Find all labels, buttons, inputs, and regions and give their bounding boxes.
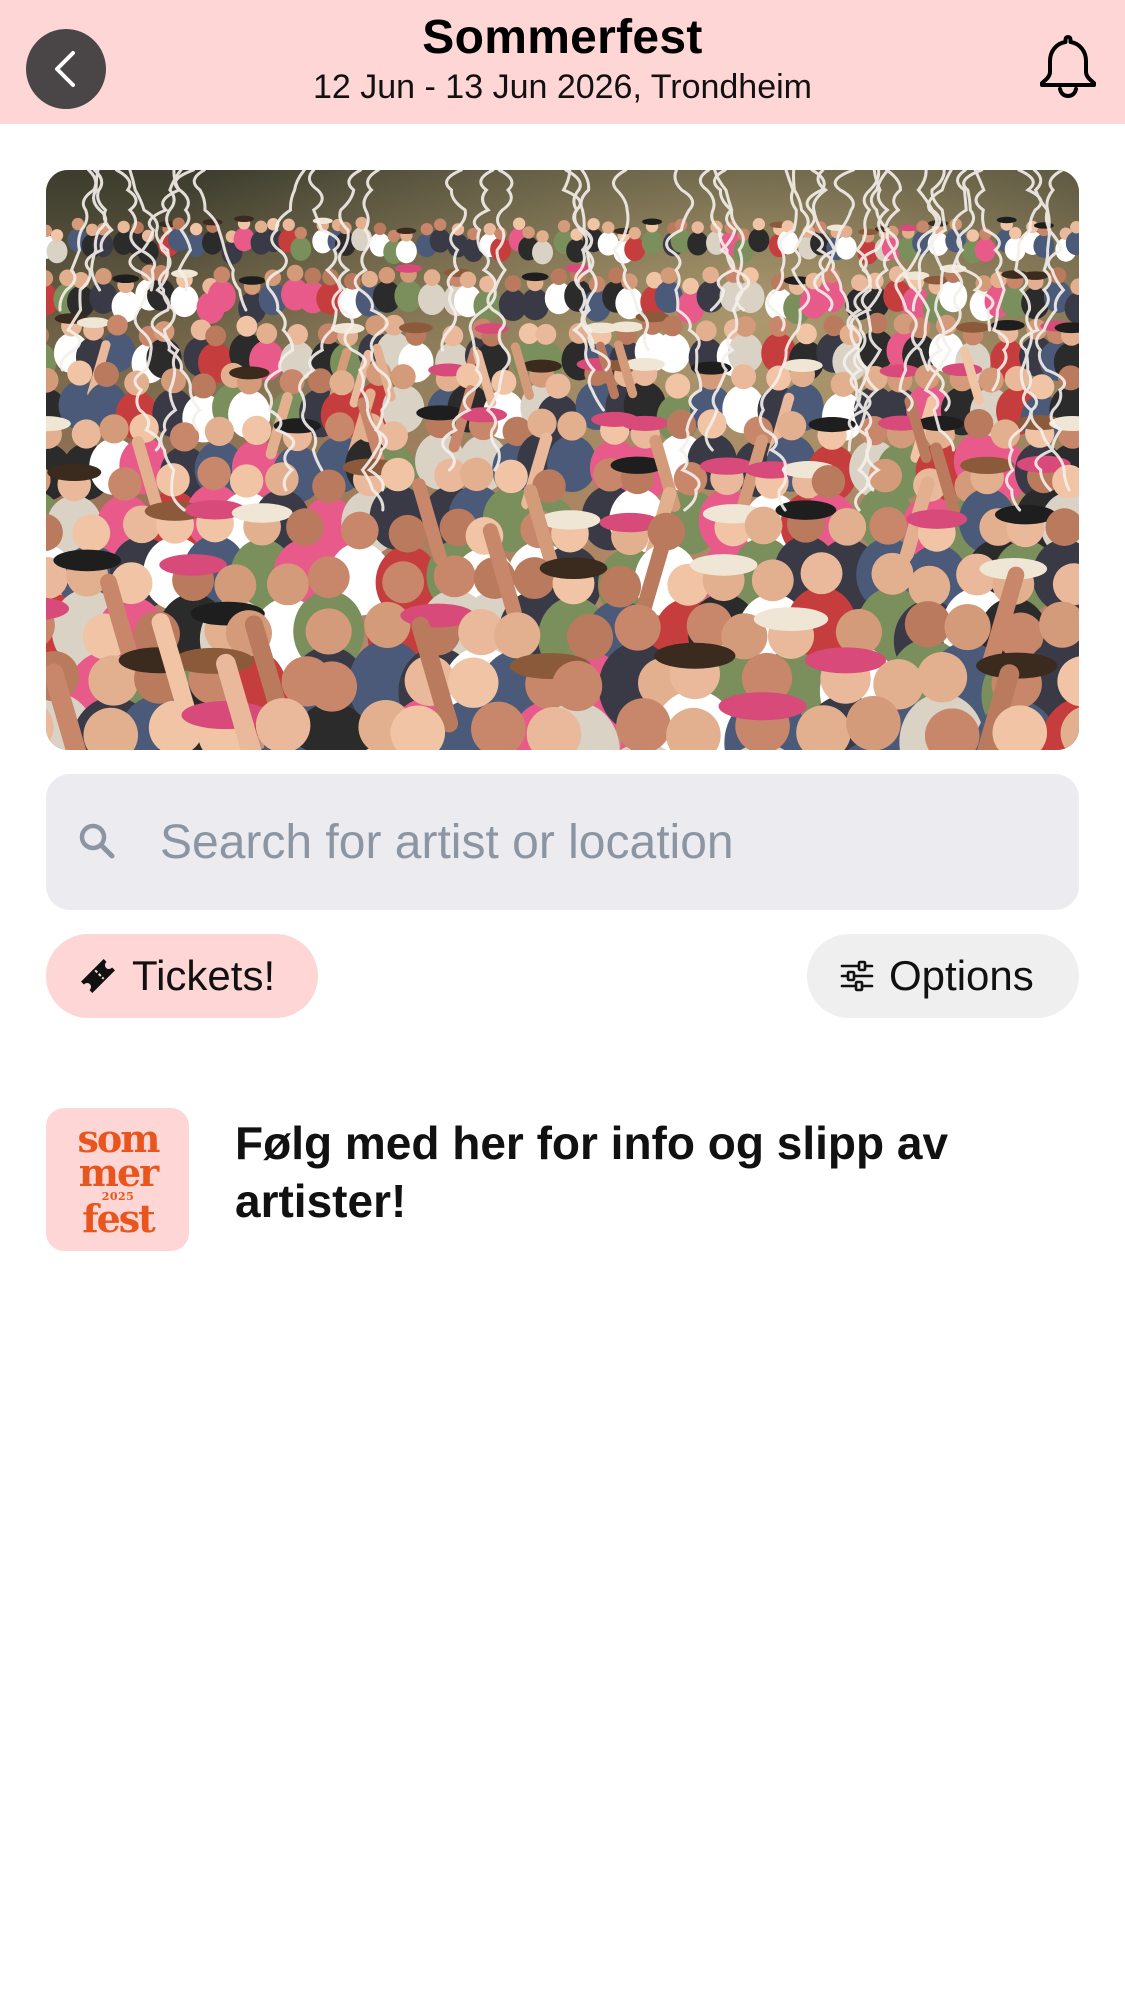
tickets-button[interactable]: Tickets! — [46, 934, 318, 1018]
top-bar: Sommerfest 12 Jun - 13 Jun 2026, Trondhe… — [0, 0, 1125, 124]
sommerfest-logo-mark: som mer 2025 fest — [78, 1116, 163, 1241]
festival-hero-image — [46, 170, 1079, 750]
bell-icon[interactable] — [1036, 32, 1100, 98]
search-input[interactable] — [160, 794, 1040, 890]
ticket-icon — [81, 959, 115, 993]
sliders-icon — [840, 960, 874, 992]
sommerfest-logo: som mer 2025 fest — [46, 1108, 189, 1251]
search-bar[interactable] — [46, 774, 1079, 910]
page-title: Sommerfest — [422, 11, 703, 64]
svg-text:mer: mer — [79, 1150, 160, 1195]
event-dates-location: 12 Jun - 13 Jun 2026, Trondheim — [313, 68, 812, 106]
news-text: Følg med her for info og slipp av artist… — [235, 1117, 949, 1227]
news-item[interactable]: som mer 2025 fest Følg med her for info … — [46, 1108, 1079, 1252]
options-button[interactable]: Options — [807, 934, 1079, 1018]
tickets-label: Tickets! — [132, 952, 276, 999]
options-label: Options — [889, 952, 1034, 999]
crowd-photo — [46, 170, 1079, 750]
search-icon — [79, 823, 115, 859]
svg-text:fest: fest — [82, 1196, 156, 1241]
